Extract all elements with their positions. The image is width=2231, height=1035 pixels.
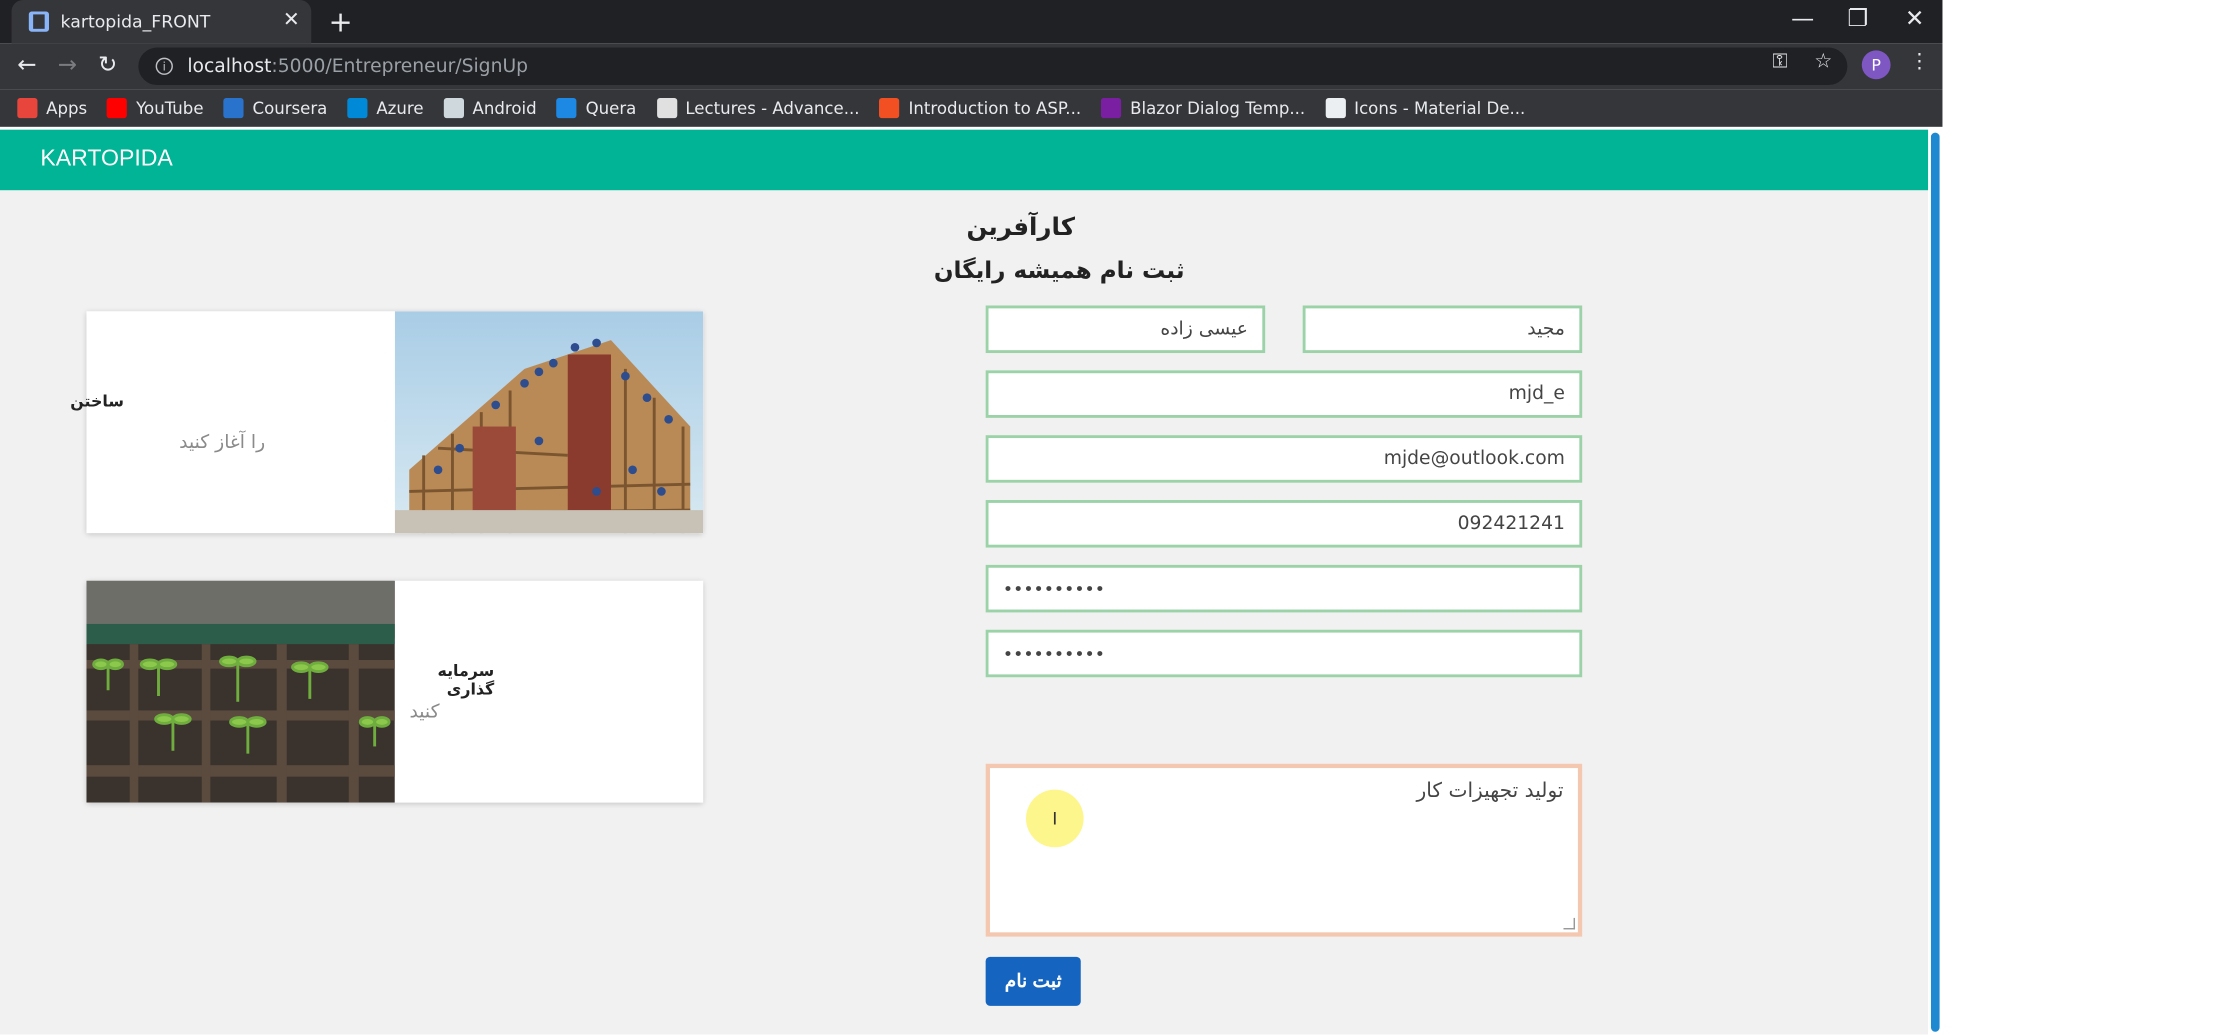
bookmark-favicon-icon — [107, 97, 128, 119]
browser-toolbar: ← → ↻ i localhost:5000/Entrepreneur/Sign… — [0, 43, 1943, 90]
close-tab-icon[interactable]: ✕ — [283, 9, 300, 32]
bookmark-favicon-icon — [1101, 97, 1122, 119]
brand-logo[interactable]: KARTOPIDA — [40, 147, 172, 173]
bookmark-item[interactable]: Blazor Dialog Temp... — [1101, 97, 1306, 119]
forward-icon[interactable]: → — [58, 50, 77, 77]
close-window-icon[interactable]: ✕ — [1905, 4, 1924, 31]
browser-titlebar: kartopida_FRONT ✕ + — ❐ ✕ — [0, 0, 1943, 44]
invest-card-subtitle: کنید — [409, 701, 440, 724]
bookmark-favicon-icon — [347, 97, 368, 119]
description-text: تولید تجهیزات کار — [1416, 779, 1564, 803]
resize-handle[interactable] — [1563, 917, 1576, 930]
bookmark-label: YouTube — [136, 97, 204, 119]
bookmark-label: Coursera — [252, 97, 328, 119]
bookmark-favicon-icon — [556, 97, 577, 119]
bookmark-label: Lectures - Advance... — [685, 97, 860, 119]
bookmark-item[interactable]: Apps — [17, 97, 88, 119]
password-field[interactable]: •••••••••• — [985, 564, 1583, 613]
app-header: KARTOPIDA — [0, 129, 1929, 191]
invest-card[interactable]: سرمایه گذاری کنید — [86, 580, 704, 803]
url-path: :5000/Entrepreneur/SignUp — [271, 55, 529, 78]
key-icon[interactable]: ⚿ — [1772, 50, 1787, 73]
bookmark-item[interactable]: Icons - Material De... — [1325, 97, 1526, 119]
page-scrollbar[interactable] — [1930, 132, 1940, 1032]
build-card-subtitle: را آغاز کنید — [179, 432, 266, 454]
tab-title: kartopida_FRONT — [60, 11, 211, 32]
page-favicon-icon — [28, 11, 49, 32]
confirm-password-field[interactable]: •••••••••• — [985, 629, 1583, 678]
bookmark-favicon-icon — [443, 97, 464, 119]
bookmark-favicon-icon — [879, 97, 900, 119]
description-textarea[interactable]: تولید تجهیزات کار — [985, 763, 1583, 937]
form-subheading: ثبت نام همیشه رایگان — [933, 256, 1185, 284]
url-host: localhost — [187, 55, 272, 78]
email-field[interactable]: mjde@outlook.com — [985, 435, 1583, 483]
bookmark-favicon-icon — [223, 97, 244, 119]
invest-card-text: سرمایه گذاری کنید — [395, 581, 703, 803]
mouse-cursor-highlight: I — [1025, 789, 1084, 848]
signup-submit-button[interactable]: ثبت نام — [985, 956, 1081, 1006]
back-icon[interactable]: ← — [17, 50, 36, 77]
construction-image — [394, 311, 704, 534]
profile-avatar[interactable]: P — [1861, 50, 1891, 80]
bookmark-label: Apps — [46, 97, 88, 119]
restore-icon[interactable]: ❐ — [1847, 4, 1868, 31]
minimize-icon[interactable]: — — [1791, 4, 1814, 31]
username-field[interactable]: mjd_e — [985, 370, 1583, 418]
last-name-field[interactable]: عیسی زاده — [985, 305, 1266, 354]
build-card-text: ساختن را آغاز کنید — [70, 311, 394, 533]
browser-tab[interactable]: kartopida_FRONT ✕ — [11, 0, 312, 44]
bookmark-label: Quera — [585, 97, 637, 119]
menu-icon[interactable]: ⋮ — [1909, 50, 1929, 73]
invest-card-title: سرمایه گذاری — [437, 661, 495, 699]
bookmark-item[interactable]: YouTube — [107, 97, 204, 119]
reload-icon[interactable]: ↻ — [98, 50, 117, 77]
first-name-field[interactable]: مجید — [1302, 305, 1583, 354]
bookmark-item[interactable]: Introduction to ASP... — [879, 97, 1082, 119]
bookmark-item[interactable]: Lectures - Advance... — [656, 97, 860, 119]
bookmark-label: Icons - Material De... — [1354, 97, 1526, 119]
bookmark-label: Azure — [376, 97, 424, 119]
bookmark-item[interactable]: Quera — [556, 97, 637, 119]
bookmark-label: Blazor Dialog Temp... — [1130, 97, 1306, 119]
address-bar[interactable]: i localhost:5000/Entrepreneur/SignUp — [138, 47, 1848, 86]
bookmark-item[interactable]: Android — [443, 97, 537, 119]
phone-field[interactable]: 092421241 — [985, 500, 1583, 548]
seedlings-image — [86, 580, 395, 803]
bookmark-item[interactable]: Azure — [347, 97, 424, 119]
bookmark-label: Android — [472, 97, 537, 119]
bookmark-favicon-icon — [656, 97, 677, 119]
new-tab-button[interactable]: + — [329, 4, 353, 39]
bookmark-favicon-icon — [1325, 97, 1346, 119]
bookmark-label: Introduction to ASP... — [908, 97, 1082, 119]
page-content: KARTOPIDA ساختن را آغاز کنید سرمایه گذار… — [0, 129, 1929, 1035]
form-heading: کارآفرین — [966, 213, 1075, 243]
build-card[interactable]: ساختن را آغاز کنید — [70, 311, 704, 534]
star-icon[interactable]: ☆ — [1814, 50, 1832, 73]
build-card-title: ساختن — [70, 391, 124, 411]
bookmark-favicon-icon — [17, 97, 38, 119]
bookmarks-bar: Apps YouTube Coursera Azure Android Quera Lect… — [0, 89, 1943, 127]
bookmark-item[interactable]: Coursera — [223, 97, 328, 119]
text-cursor-icon: I — [1052, 808, 1058, 829]
site-info-icon[interactable]: i — [155, 57, 173, 75]
